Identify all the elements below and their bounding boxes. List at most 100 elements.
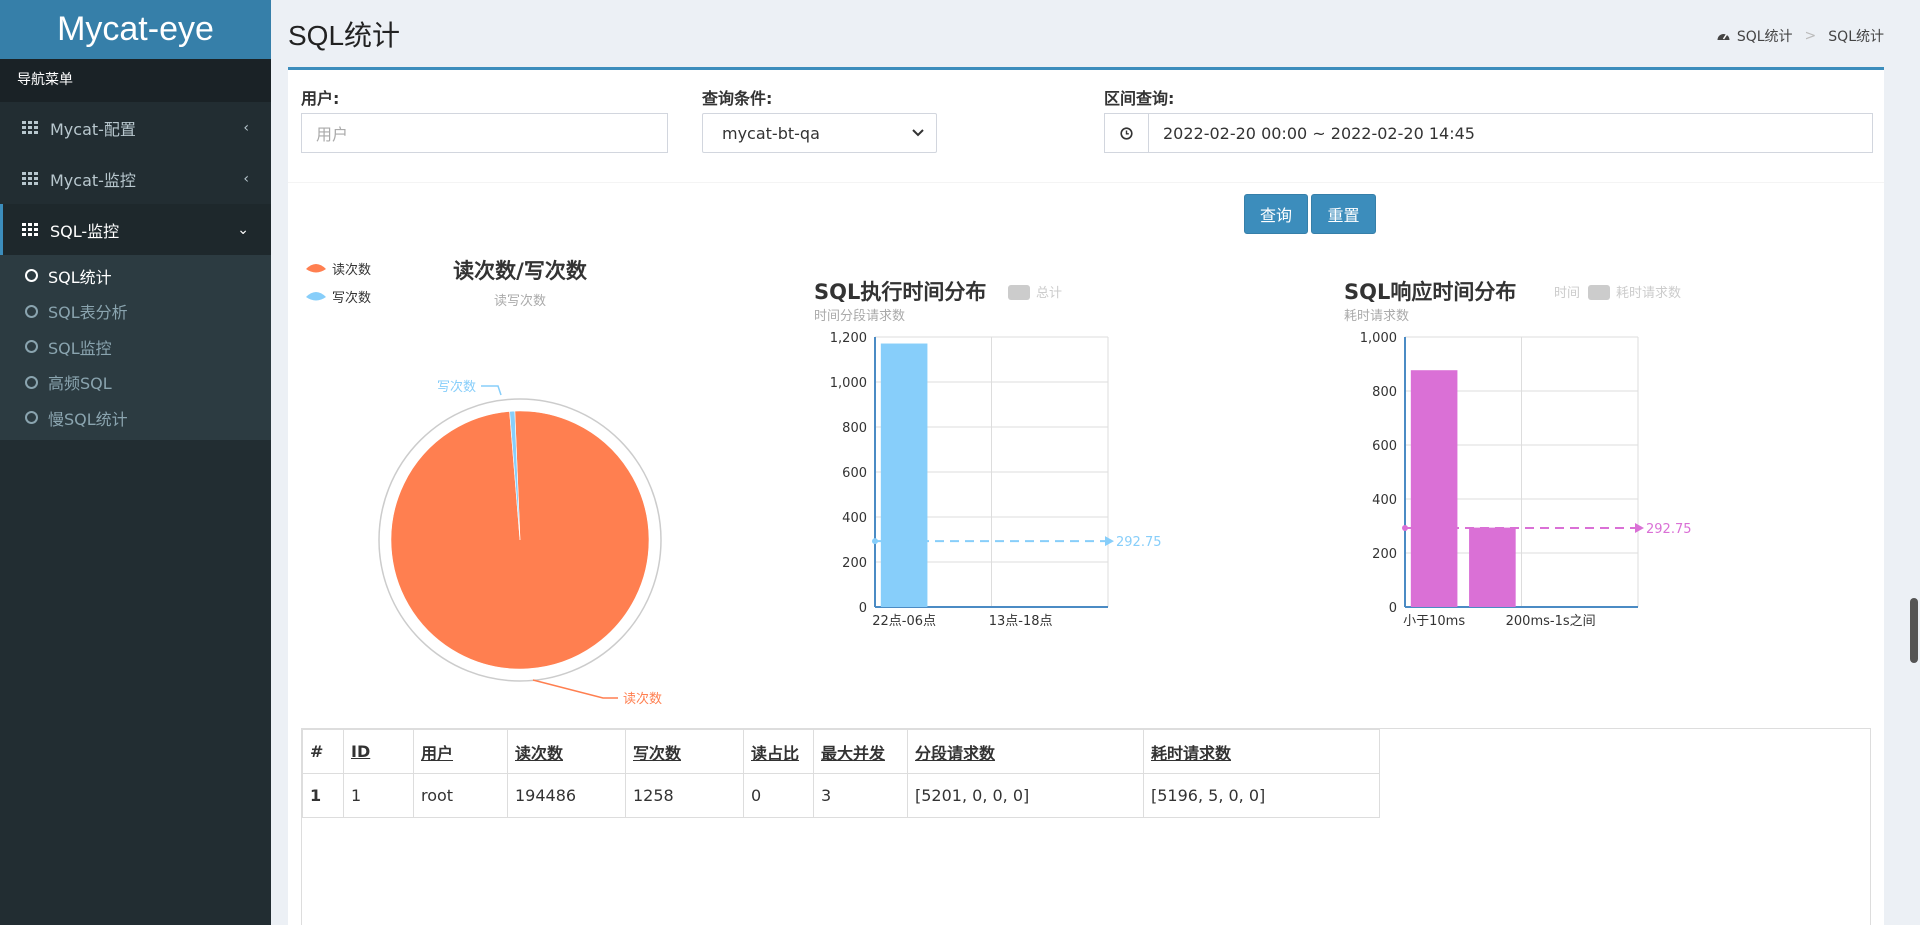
- breadcrumb: SQL统计 > SQL统计: [1716, 26, 1884, 46]
- exec-chart-legend-item[interactable]: 总计: [1036, 286, 1062, 301]
- submenu-item-slow-sql[interactable]: 慢SQL统计: [0, 400, 271, 436]
- col-header-segment-requests[interactable]: 分段请求数: [907, 729, 1144, 774]
- user-input[interactable]: 用户: [301, 113, 668, 153]
- resp-chart-y-tick: 600: [1372, 439, 1397, 454]
- cell-max-concurrency: 3: [813, 773, 908, 818]
- circle-icon: [25, 411, 38, 425]
- date-range-value: 2022-02-20 00:00 ~ 2022-02-20 14:45: [1163, 123, 1475, 143]
- submenu: SQL统计 SQL表分析 SQL监控 高频SQL 慢SQL统计: [0, 255, 271, 440]
- nav-item-mycat-monitor[interactable]: Mycat-监控 ‹: [0, 153, 271, 204]
- resp-chart-y-tick: 0: [1389, 601, 1397, 616]
- resp-chart-legend-item[interactable]: 耗时请求数: [1616, 286, 1681, 301]
- resp-chart-y-tick: 1,000: [1360, 331, 1397, 346]
- query-button[interactable]: 查询: [1244, 194, 1308, 234]
- exec-chart-y-tick: 400: [842, 511, 867, 526]
- exec-chart-average-label: 292.75: [1116, 535, 1162, 550]
- pie-label-line-write: [481, 385, 502, 396]
- submenu-item-sql-table-analysis[interactable]: SQL表分析: [0, 294, 271, 330]
- pie-title: 读次数/写次数: [453, 259, 588, 283]
- reset-button[interactable]: 重置: [1311, 194, 1376, 234]
- response-time-bar-chart: SQL响应时间分布耗时请求数时间 耗时请求数02004006008001,000小…: [1344, 280, 1692, 629]
- stats-table: # ID 用户 读次数 写次数 读占比 最大并发 分段请求数 耗时请求数 1 1: [302, 729, 1380, 818]
- sidebar: Mycat-eye 导航菜单 Mycat-配置 ‹ Mycat-监控 ‹ SQL…: [0, 0, 271, 925]
- col-header-id[interactable]: ID: [343, 729, 414, 774]
- content-area: SQL统计 SQL统计 > SQL统计 用户: 用户 查询条件: mycat-b…: [271, 0, 1920, 925]
- app-logo[interactable]: Mycat-eye: [0, 0, 271, 59]
- resp-chart-y-tick: 400: [1372, 493, 1397, 508]
- nav-item-label: Mycat-配置: [50, 119, 136, 139]
- resp-chart-average-label: 292.75: [1646, 522, 1692, 537]
- query-condition-value: mycat-bt-qa: [722, 123, 820, 143]
- cell-segment-requests: [5201, 0, 0, 0]: [907, 773, 1144, 818]
- pie-subtitle: 读写次数: [494, 293, 546, 309]
- query-condition-label: 查询条件:: [702, 89, 773, 108]
- col-header-reads[interactable]: 读次数: [507, 729, 626, 774]
- nav-item-mycat-config[interactable]: Mycat-配置 ‹: [0, 102, 271, 153]
- resp-chart-legend-swatch: [1588, 285, 1610, 300]
- cell-read-ratio: 0: [743, 773, 814, 818]
- circle-icon: [25, 375, 38, 389]
- exec-chart-y-tick: 0: [859, 601, 867, 616]
- pie-legend: 读次数 写次数: [306, 262, 371, 306]
- submenu-item-label: SQL统计: [48, 267, 112, 287]
- exec-chart-x-tick: 22点-06点: [872, 614, 936, 629]
- col-header-read-ratio[interactable]: 读占比: [743, 729, 814, 774]
- col-header-writes[interactable]: 写次数: [625, 729, 744, 774]
- resp-chart-bar[interactable]: [1469, 527, 1516, 607]
- submenu-item-sql-stats[interactable]: SQL统计: [0, 258, 271, 294]
- circle-icon: [25, 304, 38, 318]
- execution-time-bar-chart: SQL执行时间分布时间分段请求数 总计 0 200 400 600 800 1,000 1,20…: [814, 280, 1162, 629]
- breadcrumb-item[interactable]: SQL统计: [1737, 26, 1793, 46]
- resp-chart-y-tick: 200: [1372, 547, 1397, 562]
- exec-chart-x-tick: 13点-18点: [989, 614, 1053, 629]
- resp-chart-average-arrow: [1635, 522, 1644, 533]
- exec-chart-title: SQL执行时间分布: [814, 280, 986, 304]
- submenu-item-frequent-sql[interactable]: 高频SQL: [0, 365, 271, 401]
- resp-chart-legend-item[interactable]: 时间: [1554, 286, 1580, 301]
- exec-chart-y-tick: 1,200: [830, 331, 867, 346]
- legend-write[interactable]: 写次数: [332, 290, 371, 306]
- page-title: SQL统计: [288, 20, 401, 51]
- resp-chart-average-marker: [1402, 524, 1408, 531]
- submenu-item-label: 高频SQL: [48, 374, 112, 394]
- exec-chart-bar[interactable]: [880, 343, 928, 607]
- pie-label-line-read: [532, 679, 618, 699]
- resp-chart-x-tick: 200ms-1s之间: [1506, 614, 1596, 629]
- query-condition-select[interactable]: mycat-bt-qa: [702, 113, 937, 153]
- cell-id: 1: [343, 773, 414, 818]
- exec-chart-subtitle: 时间分段请求数: [814, 309, 905, 324]
- table-header-row: # ID 用户 读次数 写次数 读占比 最大并发 分段请求数 耗时请求数: [302, 729, 1380, 774]
- page-scrollbar[interactable]: [1910, 598, 1918, 663]
- cell-index: 1: [302, 773, 344, 818]
- cell-reads: 194486: [507, 773, 626, 818]
- exec-chart-average-arrow: [1105, 536, 1114, 547]
- breadcrumb-separator: >: [1804, 28, 1817, 44]
- col-header-user[interactable]: 用户: [413, 729, 508, 774]
- nav-item-label: SQL-监控: [50, 221, 120, 241]
- nav-item-sql-monitor[interactable]: SQL-监控 ⌄: [0, 204, 271, 255]
- grid-icon: [22, 121, 38, 134]
- submenu-item-label: SQL表分析: [48, 303, 128, 323]
- date-range-label: 区间查询:: [1104, 89, 1175, 108]
- cell-user: root: [413, 773, 508, 818]
- date-range-input[interactable]: 2022-02-20 00:00 ~ 2022-02-20 14:45: [1104, 113, 1873, 153]
- legend-read[interactable]: 读次数: [332, 262, 371, 278]
- exec-chart-y-tick: 600: [842, 466, 867, 481]
- col-header-max-concurrency[interactable]: 最大并发: [813, 729, 908, 774]
- circle-icon: [25, 340, 38, 354]
- resp-chart-subtitle: 耗时请求数: [1344, 309, 1409, 324]
- resp-chart-title: SQL响应时间分布: [1344, 280, 1516, 304]
- user-label: 用户:: [301, 89, 340, 108]
- chevron-left-icon: ‹: [243, 170, 249, 187]
- col-header-latency-requests[interactable]: 耗时请求数: [1143, 729, 1380, 774]
- exec-chart-average-marker: [872, 538, 878, 545]
- read-write-pie-chart: 读次数 写次数 读次数/写次数 读写次数 写次数 读次数: [306, 259, 662, 707]
- submenu-item-sql-monitor[interactable]: SQL监控: [0, 329, 271, 365]
- exec-chart-y-tick: 1,000: [830, 376, 867, 391]
- submenu-item-label: SQL监控: [48, 338, 112, 358]
- nav-header: 导航菜单: [0, 59, 271, 102]
- circle-icon: [25, 269, 38, 283]
- resp-chart-bar[interactable]: [1410, 370, 1458, 607]
- submenu-item-label: 慢SQL统计: [48, 409, 128, 429]
- table-row[interactable]: 1 1 root 194486 1258 0 3 [5201, 0, 0, 0]…: [302, 773, 1380, 818]
